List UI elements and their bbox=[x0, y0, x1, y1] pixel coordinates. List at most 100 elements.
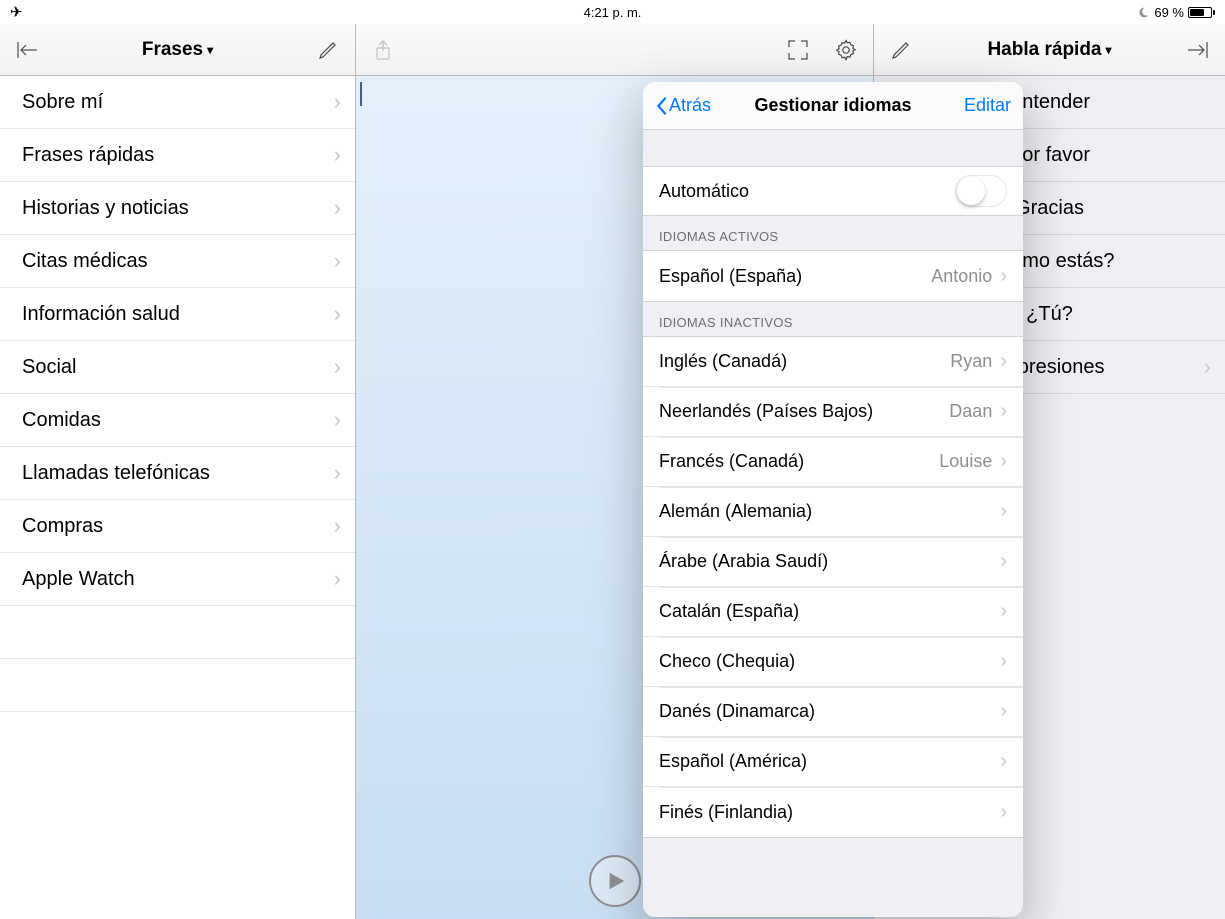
automatic-toggle-row[interactable]: Automático bbox=[643, 166, 1023, 216]
chevron-right-icon: › bbox=[1000, 550, 1007, 573]
sidebar-item-label: Información salud bbox=[22, 303, 180, 326]
popover-title: Gestionar idiomas bbox=[754, 95, 911, 116]
sidebar-item-label: Social bbox=[22, 356, 76, 379]
active-section-header: IDIOMAS ACTIVOS bbox=[643, 216, 1023, 250]
chevron-right-icon: › bbox=[334, 460, 341, 486]
text-cursor bbox=[360, 82, 362, 106]
chevron-right-icon: › bbox=[1000, 750, 1007, 773]
language-row[interactable]: Checo (Chequia)› bbox=[643, 637, 1023, 687]
airplane-mode-icon: ✈︎ bbox=[10, 3, 23, 21]
language-name: Español (España) bbox=[659, 266, 931, 287]
chevron-right-icon: › bbox=[334, 301, 341, 327]
play-button[interactable] bbox=[589, 855, 641, 907]
sidebar-item[interactable]: Frases rápidas› bbox=[0, 129, 355, 182]
voice-name: Ryan bbox=[950, 351, 992, 372]
sidebar-item[interactable]: Sobre mí › bbox=[0, 76, 355, 129]
voice-name: Louise bbox=[939, 451, 992, 472]
edit-button[interactable]: Editar bbox=[964, 95, 1011, 116]
chevron-right-icon: › bbox=[1000, 400, 1007, 423]
status-time: 4:21 p. m. bbox=[584, 5, 642, 20]
language-name: Neerlandés (Países Bajos) bbox=[659, 401, 949, 422]
language-row[interactable]: Danés (Dinamarca)› bbox=[643, 687, 1023, 737]
language-row[interactable]: Francés (Canadá)Louise › bbox=[643, 437, 1023, 487]
chevron-right-icon: › bbox=[334, 407, 341, 433]
left-header: Frases ▾ bbox=[0, 24, 355, 76]
language-name: Francés (Canadá) bbox=[659, 451, 939, 472]
middle-panel: Atrás Gestionar idiomas Editar Automátic… bbox=[356, 24, 873, 919]
language-row[interactable]: Alemán (Alemania)› bbox=[643, 487, 1023, 537]
language-row[interactable]: Árabe (Arabia Saudí)› bbox=[643, 537, 1023, 587]
chevron-right-icon: › bbox=[1000, 500, 1007, 523]
language-name: Alemán (Alemania) bbox=[659, 501, 1000, 522]
settings-gear-icon[interactable] bbox=[833, 37, 859, 63]
automatic-switch[interactable] bbox=[955, 175, 1007, 207]
chevron-right-icon: › bbox=[1000, 650, 1007, 673]
popover-header: Atrás Gestionar idiomas Editar bbox=[643, 82, 1023, 130]
chevron-right-icon: › bbox=[1000, 350, 1007, 373]
status-bar: ✈︎ 4:21 p. m. 69 % bbox=[0, 0, 1225, 24]
sidebar-item[interactable]: Compras › bbox=[0, 500, 355, 553]
language-row[interactable]: Catalán (España)› bbox=[643, 587, 1023, 637]
language-name: Danés (Dinamarca) bbox=[659, 701, 1000, 722]
sidebar-item-label: Compras bbox=[22, 515, 103, 538]
chevron-right-icon: › bbox=[334, 89, 341, 115]
automatic-label: Automático bbox=[659, 181, 955, 202]
caret-down-icon: ▾ bbox=[1106, 43, 1112, 57]
language-name: Español (América) bbox=[659, 751, 1000, 772]
language-name: Checo (Chequia) bbox=[659, 651, 1000, 672]
language-row[interactable]: Inglés (Canadá)Ryan› bbox=[643, 337, 1023, 387]
collapse-right-icon[interactable] bbox=[1185, 37, 1211, 63]
chevron-right-icon: › bbox=[334, 354, 341, 380]
collapse-left-icon[interactable] bbox=[14, 37, 40, 63]
sidebar-item-label: Citas médicas bbox=[22, 250, 148, 273]
left-list: Sobre mí›Frases rápidas›Historias y noti… bbox=[0, 76, 355, 919]
sidebar-item[interactable]: Información salud › bbox=[0, 288, 355, 341]
sidebar-item-label: Sobre mí bbox=[22, 91, 103, 114]
sidebar-item[interactable]: Social › bbox=[0, 341, 355, 394]
language-row[interactable]: Neerlandés (Países Bajos)Daan › bbox=[643, 387, 1023, 437]
chevron-right-icon: › bbox=[1000, 700, 1007, 723]
sidebar-item-label: Apple Watch bbox=[22, 568, 135, 591]
manage-languages-popover: Atrás Gestionar idiomas Editar Automátic… bbox=[643, 82, 1023, 917]
voice-name: Antonio bbox=[931, 266, 992, 287]
back-label: Atrás bbox=[669, 95, 711, 116]
language-name: Finés (Finlandia) bbox=[659, 802, 1000, 823]
chevron-right-icon: › bbox=[334, 513, 341, 539]
quick-phrase-label: Gracias bbox=[1015, 197, 1084, 220]
language-row[interactable]: Finés (Finlandia)› bbox=[643, 787, 1023, 837]
language-row[interactable]: Español (España)Antonio › bbox=[643, 251, 1023, 301]
chevron-right-icon: › bbox=[334, 248, 341, 274]
battery-percent: 69 % bbox=[1154, 5, 1184, 20]
chevron-right-icon: › bbox=[1000, 801, 1007, 824]
right-title-button[interactable]: Habla rápida ▾ bbox=[987, 39, 1111, 61]
sidebar-item[interactable]: Llamadas telefónicas › bbox=[0, 447, 355, 500]
do-not-disturb-icon bbox=[1137, 6, 1150, 19]
sidebar-item-label: Historias y noticias bbox=[22, 197, 189, 220]
active-languages-group: Español (España)Antonio › bbox=[643, 250, 1023, 302]
chevron-right-icon: › bbox=[1204, 354, 1211, 380]
sidebar-item[interactable]: Citas médicas › bbox=[0, 235, 355, 288]
voice-name: Daan bbox=[949, 401, 992, 422]
right-header: Habla rápida ▾ bbox=[874, 24, 1225, 76]
sidebar-item[interactable]: Apple Watch › bbox=[0, 553, 355, 606]
right-title: Habla rápida bbox=[987, 39, 1101, 61]
chevron-right-icon: › bbox=[334, 142, 341, 168]
language-row[interactable]: Español (América)› bbox=[643, 737, 1023, 787]
left-title-button[interactable]: Frases ▾ bbox=[142, 39, 213, 61]
battery-icon bbox=[1188, 7, 1215, 18]
inactive-languages-group: Inglés (Canadá)Ryan›Neerlandés (Países B… bbox=[643, 336, 1023, 838]
edit-left-icon[interactable] bbox=[315, 37, 341, 63]
left-title: Frases bbox=[142, 39, 203, 61]
expand-icon[interactable] bbox=[785, 37, 811, 63]
chevron-right-icon: › bbox=[334, 566, 341, 592]
sidebar-item[interactable]: Historias y noticias› bbox=[0, 182, 355, 235]
chevron-right-icon: › bbox=[1000, 450, 1007, 473]
edit-right-icon[interactable] bbox=[888, 37, 914, 63]
caret-down-icon: ▾ bbox=[207, 43, 213, 57]
chevron-right-icon: › bbox=[1000, 265, 1007, 288]
language-name: Árabe (Arabia Saudí) bbox=[659, 551, 1000, 572]
sidebar-item-label: Llamadas telefónicas bbox=[22, 462, 210, 485]
back-button[interactable]: Atrás bbox=[655, 95, 711, 117]
quick-phrase-label: ¿Tú? bbox=[1026, 303, 1073, 326]
sidebar-item[interactable]: Comidas› bbox=[0, 394, 355, 447]
